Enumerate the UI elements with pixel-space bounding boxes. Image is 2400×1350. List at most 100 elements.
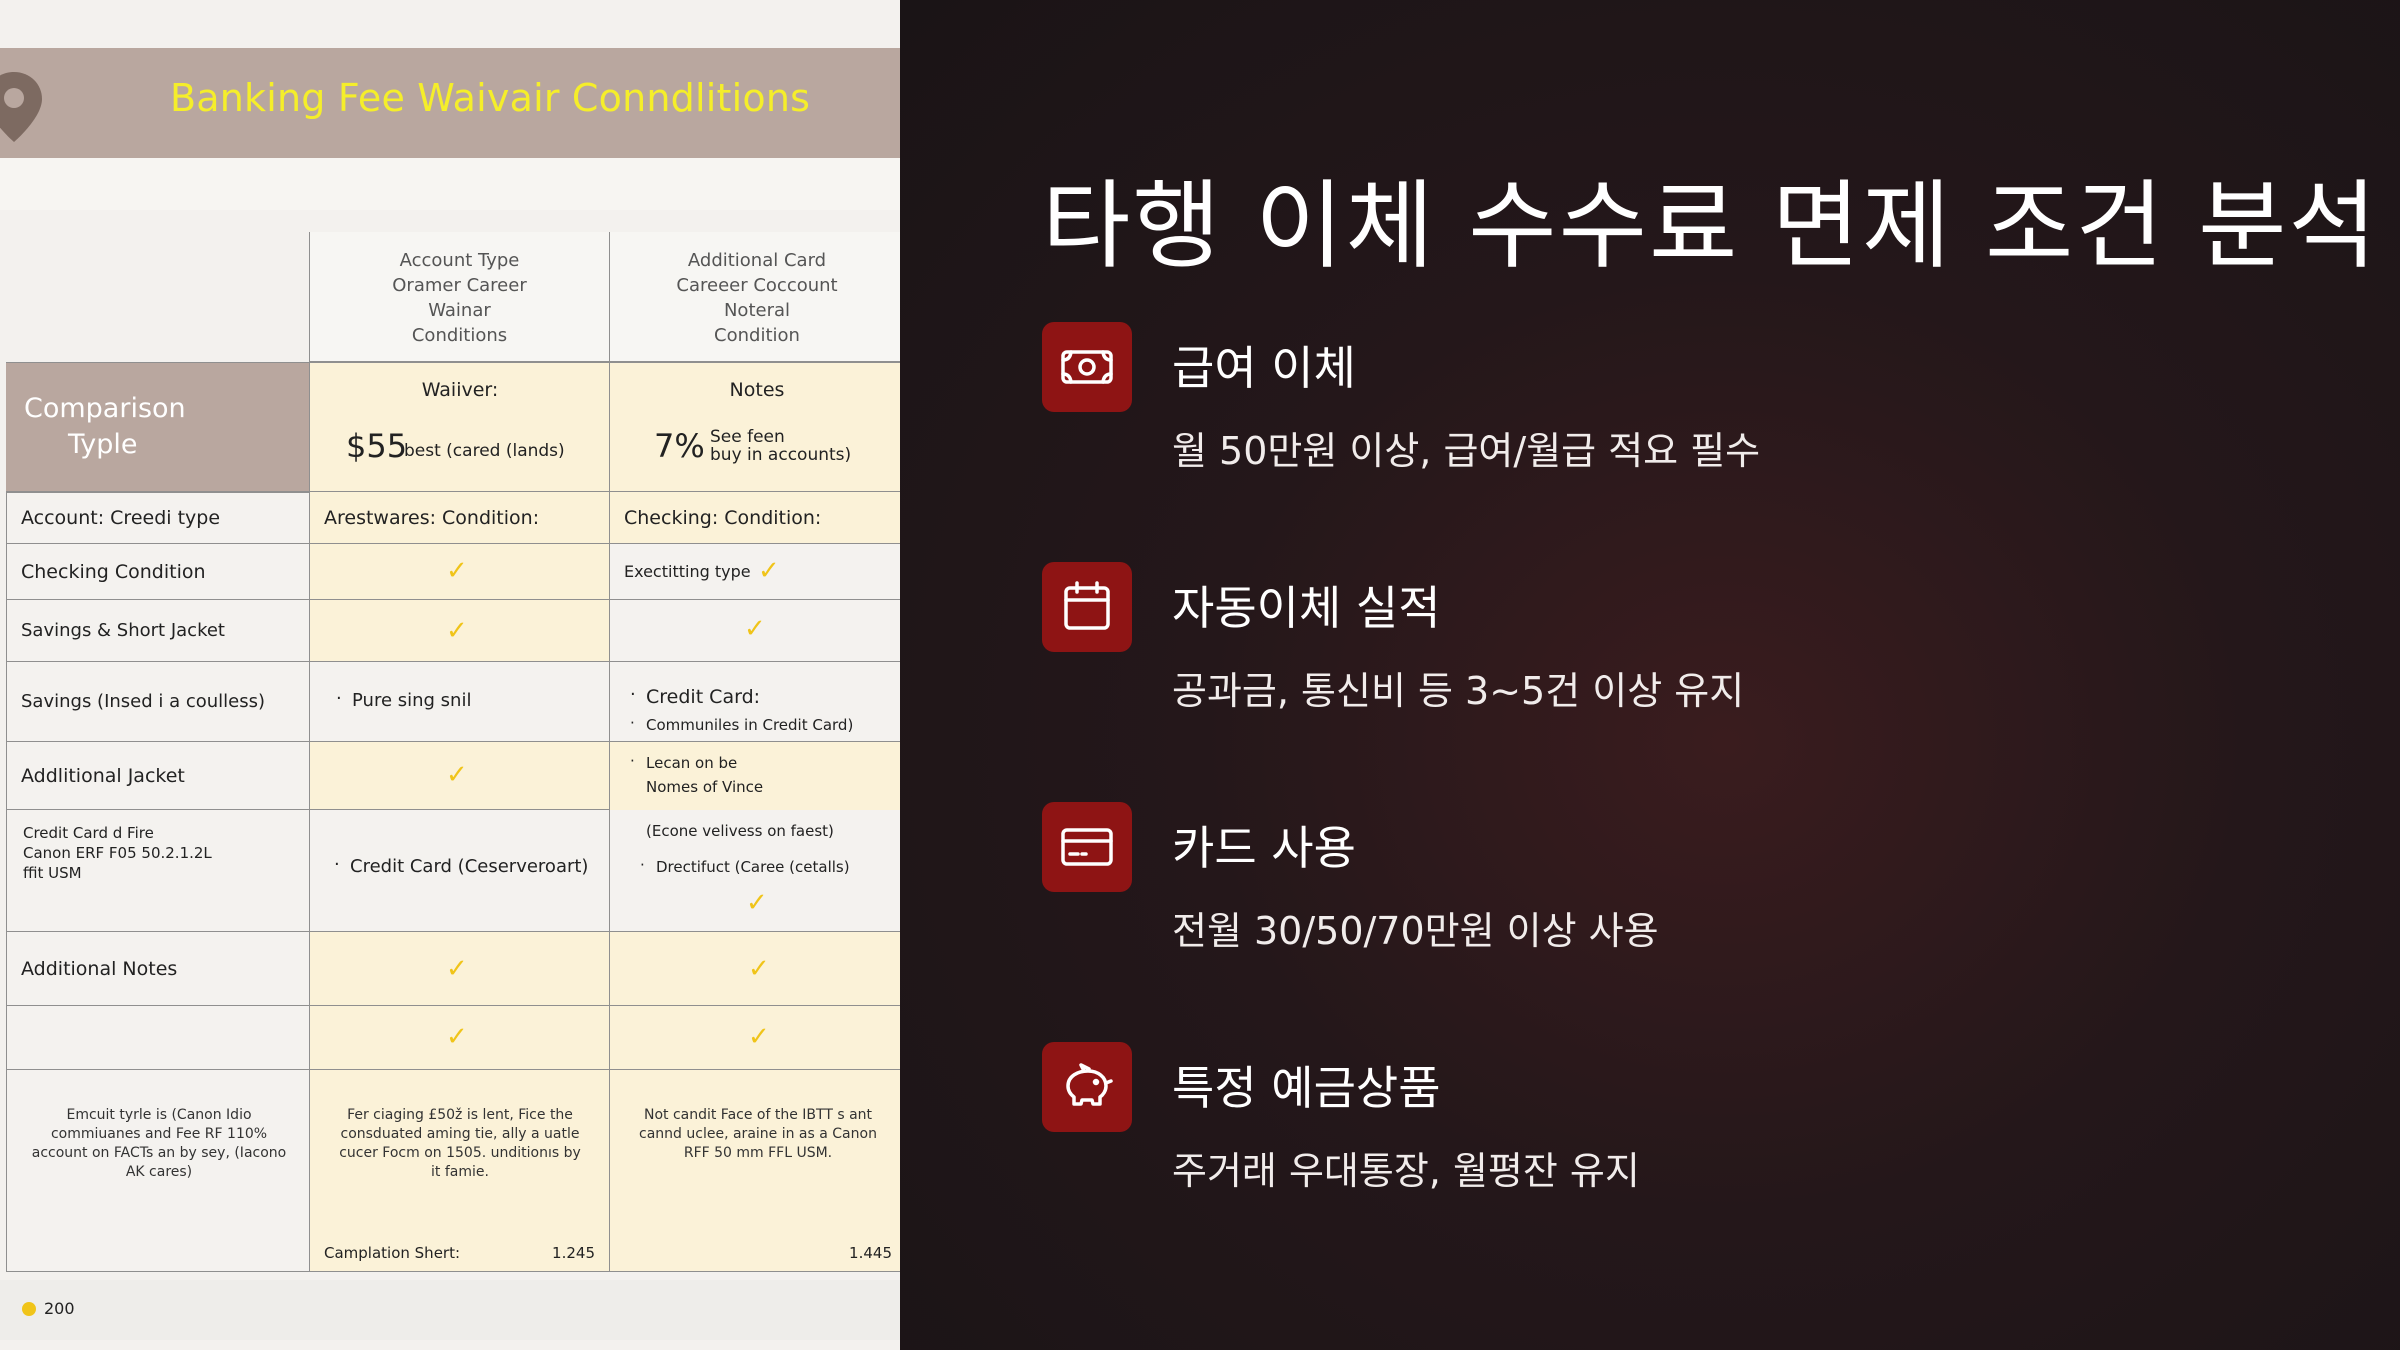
- row-cell: ✓: [610, 932, 900, 1006]
- checkmark-icon: ✓: [746, 888, 768, 918]
- row-label-text: Canon ERF F05 50.2.1.2L: [23, 844, 212, 862]
- row-cell: · Credit Card: · Communiles in Credit Ca…: [610, 662, 900, 742]
- table-footer: 200: [0, 1280, 900, 1340]
- feature-item: 급여 이체 월 50만원 이상, 급여/월급 적요 필수: [1042, 322, 2342, 512]
- map-pin-icon: [0, 72, 42, 142]
- feature-description: 공과금, 통신비 등 3~5건 이상 유지: [1172, 669, 1745, 713]
- row-cell: · Credit Card (Ceserveroart): [310, 810, 610, 932]
- feature-description: 전월 30/50/70만원 이상 사용: [1172, 909, 1659, 953]
- notes-note-2: buy in accounts): [710, 445, 852, 465]
- row-cell: Checking: Condition:: [610, 492, 900, 544]
- notes-amount: 7%: [654, 427, 705, 465]
- row-cell-text: Not candit Face of the IBTT s ant cannd …: [639, 1107, 877, 1161]
- checkmark-icon: ✓: [446, 954, 468, 984]
- feature-item: 특정 예금상품 주거래 우대통장, 월평잔 유지: [1042, 1042, 2342, 1232]
- checkmark-icon: ✓: [758, 556, 780, 586]
- waiver-note: best (cared (lands): [404, 441, 565, 461]
- feature-item: 자동이체 실적 공과금, 통신비 등 3~5건 이상 유지: [1042, 562, 2342, 752]
- row-cell: ✓: [310, 544, 610, 600]
- header-account-type: Account Type Oramer Career Wainar Condit…: [310, 232, 610, 362]
- feature-item: 카드 사용 전월 30/50/70만원 이상 사용: [1042, 802, 2342, 992]
- header-text: Account Type: [399, 249, 520, 271]
- waiver-amount: $55: [346, 427, 408, 465]
- row-label-empty: [6, 1006, 310, 1070]
- row-label: Additional Notes: [6, 932, 310, 1006]
- banner-title: Banking Fee Waivair Conndlitions: [170, 76, 811, 120]
- header-text: Oramer Career: [392, 274, 527, 296]
- comparison-table: Account Type Oramer Career Wainar Condit…: [6, 232, 900, 1280]
- bullet-dot: ·: [336, 688, 342, 709]
- row-cell: ✓: [310, 600, 610, 662]
- header-text: Wainar: [428, 299, 491, 321]
- bullet-dot: ·: [630, 714, 635, 732]
- row-cell: · Lecan on be Nomes of Vince: [610, 742, 900, 810]
- header-text: Additional Card: [687, 249, 827, 271]
- feature-icon-box: [1042, 322, 1132, 412]
- piggy-bank-icon: [1066, 1063, 1113, 1106]
- banner-subbar: [0, 158, 900, 210]
- bullet-dot: ·: [630, 684, 636, 705]
- row-cell: Not candit Face of the IBTT s ant cannd …: [610, 1070, 900, 1272]
- header-text: Noteral: [723, 299, 791, 321]
- row-cell: ✓: [310, 1006, 610, 1070]
- notes-note-1: See feen: [710, 427, 785, 447]
- fee-table-panel: Banking Fee Waivair Conndlitions Account…: [0, 0, 900, 1350]
- row-cell-text: Drectifuct (Caree (cetalls): [656, 858, 850, 876]
- calendar-icon: [1064, 581, 1110, 630]
- comparison-label-line2: Typle: [68, 429, 138, 460]
- checkmark-icon: ✓: [446, 1022, 468, 1052]
- bullet-dot: ·: [640, 856, 645, 874]
- row-label: Credit Card d Fire Canon ERF F05 50.2.1.…: [6, 810, 310, 932]
- checkmark-icon: ✓: [446, 556, 468, 586]
- row-cell-text: Credit Card (Ceserveroart): [350, 856, 589, 877]
- checkmark-icon: ✓: [446, 616, 468, 646]
- comparison-type-label: Comparison Typle: [6, 362, 310, 492]
- checkmark-icon: ✓: [446, 760, 468, 790]
- row-label: Checking Condition: [6, 544, 310, 600]
- waiver-cell: Waiiver: $55 best (cared (lands): [310, 362, 610, 492]
- feature-icon-box: [1042, 802, 1132, 892]
- row-cell: ✓: [610, 600, 900, 662]
- header-text: Condition: [714, 324, 800, 346]
- header-text: Conditions: [411, 324, 508, 346]
- row-cell-text: Fer ciaging £50ž is lent, Fice the consd…: [339, 1107, 581, 1180]
- row-label-text: ffit USM: [23, 864, 82, 882]
- analysis-panel: 타행 이체 수수료 면제 조건 분석 급여 이체 월 50만원 이상, 급여/월…: [900, 0, 2400, 1350]
- row-cell-text: Lecan on be: [646, 754, 738, 772]
- feature-title: 카드 사용: [1172, 821, 1356, 875]
- completion-value: 1.245: [552, 1244, 595, 1262]
- feature-title: 급여 이체: [1172, 341, 1356, 395]
- notes-title: Notes: [729, 379, 785, 401]
- row-label: Emcuit tyrle is (Canon Idio commiuanes a…: [6, 1070, 310, 1272]
- row-cell-text: Exectitting type: [624, 562, 751, 581]
- feature-description: 주거래 우대통장, 월평잔 유지: [1172, 1149, 1640, 1193]
- header-text: Careeer Coccount: [676, 274, 838, 296]
- waiver-title: Waiiver:: [421, 379, 499, 401]
- row-cell: · Pure sing snil: [310, 662, 610, 742]
- checkmark-icon: ✓: [748, 1022, 770, 1052]
- bullet-dot: ·: [630, 752, 635, 770]
- feature-title: 특정 예금상품: [1172, 1061, 1441, 1115]
- row-cell-text: Communiles in Credit Card): [646, 716, 854, 734]
- feature-title: 자동이체 실적: [1172, 581, 1441, 635]
- completion-label: Camplation Shert:: [324, 1244, 461, 1262]
- comparison-label-line1: Comparison: [24, 393, 186, 424]
- credit-card-icon: [1061, 828, 1113, 866]
- money-icon: [1061, 350, 1113, 384]
- row-label-text: Credit Card d Fire: [23, 824, 154, 842]
- row-label: Account: Creedi type: [6, 492, 310, 544]
- checkmark-icon: ✓: [748, 954, 770, 984]
- row-cell-text: Credit Card:: [646, 686, 761, 708]
- row-cell: (Econe velivess on faest) · Drectifuct (…: [610, 810, 900, 932]
- status-dot-icon: [22, 1302, 36, 1316]
- feature-icon-box: [1042, 1042, 1132, 1132]
- row-label: Savings & Short Jacket: [6, 600, 310, 662]
- table-banner: Banking Fee Waivair Conndlitions: [0, 48, 900, 158]
- page-title: 타행 이체 수수료 면제 조건 분석: [1042, 170, 2379, 282]
- feature-icon-box: [1042, 562, 1132, 652]
- row-cell: Arestwares: Condition:: [310, 492, 610, 544]
- notes-cell: Notes 7% See feen buy in accounts): [610, 362, 900, 492]
- row-label: Savings (Insed i a coulless): [6, 662, 310, 742]
- row-cell-text: Nomes of Vince: [646, 778, 764, 796]
- row-label: Addlitional Jacket: [6, 742, 310, 810]
